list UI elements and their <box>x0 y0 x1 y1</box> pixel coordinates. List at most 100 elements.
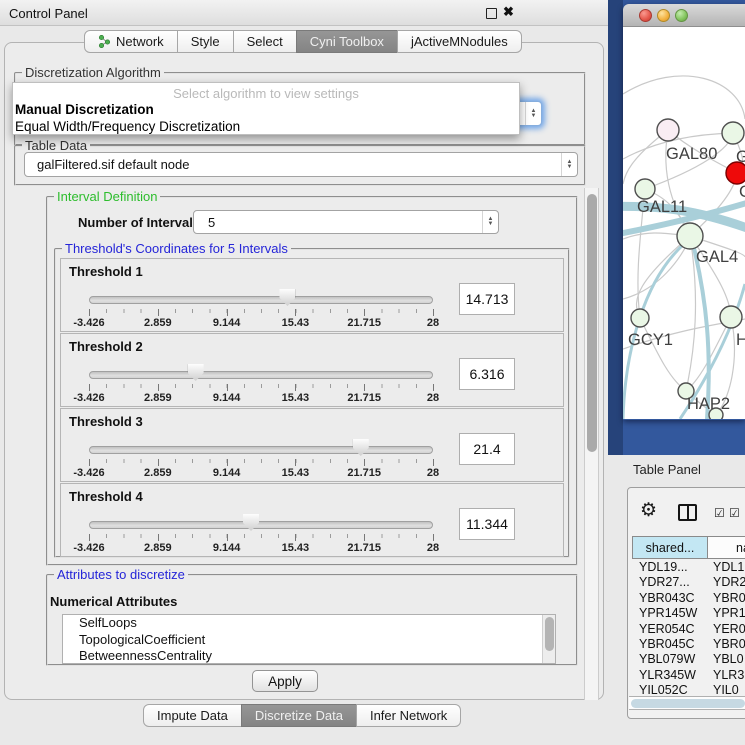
tick-label: 21.715 <box>347 392 381 404</box>
tick-label: 9.144 <box>213 542 241 554</box>
column-header-shared-name[interactable]: shared... <box>632 536 708 559</box>
table-row[interactable]: YBR043CYBR0 <box>632 591 745 606</box>
node-gal80[interactable] <box>657 119 679 141</box>
tick-label: -3.426 <box>73 542 104 554</box>
node-gcy1[interactable] <box>631 309 649 327</box>
panel-scrollbar-thumb[interactable] <box>587 194 597 452</box>
tab-style[interactable]: Style <box>177 30 234 53</box>
tick-label: -3.426 <box>73 317 104 329</box>
tick-label: 21.715 <box>347 542 381 554</box>
table-row[interactable]: YDR27...YDR2 <box>632 575 745 590</box>
table-horizontal-scrollbar-thumb[interactable] <box>631 699 745 708</box>
maximize-window-icon[interactable] <box>675 9 688 22</box>
tab-infer-network[interactable]: Infer Network <box>356 704 461 727</box>
attributes-group-title: Attributes to discretize <box>54 567 188 582</box>
table-panel: Table Panel ⚙ ☑ ☑ shared... na YDL19...Y… <box>608 455 745 745</box>
list-item[interactable]: BetweennessCentrality <box>63 648 555 664</box>
tab-jactivemnodules[interactable]: jActiveMNodules <box>397 30 522 53</box>
table-row[interactable]: YBR045CYBR0 <box>632 637 745 652</box>
threshold-3-value-field[interactable]: 21.4 <box>459 433 515 465</box>
table-data-combobox[interactable]: galFiltered.sif default node ▲▼ <box>24 152 578 177</box>
number-of-intervals-combobox[interactable]: 5 ▲▼ <box>193 210 499 234</box>
threshold-1-slider[interactable]: -3.426 2.859 9.144 15.43 21.715 28 <box>89 289 433 329</box>
tick-label: 9.144 <box>213 392 241 404</box>
node[interactable] <box>720 306 742 328</box>
apply-button[interactable]: Apply <box>252 670 318 692</box>
slider-track[interactable] <box>89 446 433 454</box>
node[interactable] <box>722 122 744 144</box>
threshold-2-box: Threshold 2 -3.426 2.859 9.144 15.43 21.… <box>60 333 564 407</box>
gear-icon[interactable]: ⚙ <box>640 501 657 520</box>
thresholds-group-title: Threshold's Coordinates for 5 Intervals <box>62 241 291 256</box>
table-data-group-title: Table Data <box>22 138 90 153</box>
threshold-4-slider[interactable]: -3.426 2.859 9.144 15.43 21.715 28 <box>89 514 433 554</box>
table-horizontal-scrollbar[interactable] <box>629 696 745 710</box>
combo-stepper-icon: ▲▼ <box>482 211 498 233</box>
interval-definition-group-title: Interval Definition <box>54 189 160 204</box>
list-item[interactable]: SelfLoops <box>63 615 555 632</box>
list-scrollbar-thumb[interactable] <box>545 617 554 651</box>
tab-select-label: Select <box>247 34 283 49</box>
tab-impute-data[interactable]: Impute Data <box>143 704 242 727</box>
threshold-1-value-field[interactable]: 14.713 <box>459 283 515 315</box>
slider-track[interactable] <box>89 521 433 529</box>
checkbox-icon[interactable]: ☑ <box>729 507 740 519</box>
threshold-2-title: Threshold 2 <box>69 339 143 354</box>
table-row[interactable]: YER054CYER0 <box>632 622 745 637</box>
node-label-gcy1: GCY1 <box>628 331 673 349</box>
tab-network[interactable]: Network <box>84 30 178 53</box>
algorithm-option-manual[interactable]: Manual Discretization <box>13 101 519 118</box>
node-gal4[interactable] <box>677 223 703 249</box>
tick-label: 28 <box>427 392 439 404</box>
algorithm-hint: Select algorithm to view settings <box>13 83 519 101</box>
threshold-4-value-field[interactable]: 11.344 <box>459 508 515 540</box>
tick-label: 9.144 <box>213 467 241 479</box>
close-window-icon[interactable] <box>639 9 652 22</box>
tab-select[interactable]: Select <box>233 30 297 53</box>
tick-label: -3.426 <box>73 392 104 404</box>
panel-scrollbar[interactable] <box>584 188 599 700</box>
split-columns-icon[interactable] <box>678 504 697 521</box>
close-panel-icon[interactable]: ✖ <box>503 4 514 20</box>
table-row[interactable]: YDL19...YDL1 <box>632 560 745 575</box>
threshold-4-box: Threshold 4 -3.426 2.859 9.144 15.43 21.… <box>60 483 564 557</box>
threshold-3-slider[interactable]: -3.426 2.859 9.144 15.43 21.715 28 <box>89 439 433 479</box>
network-graph: GAL80 GA C GAL11 GAL4 GCY1 H HAP2 <box>623 27 745 419</box>
tab-cyni-toolbox[interactable]: Cyni Toolbox <box>296 30 398 53</box>
list-item[interactable]: TopologicalCoefficient <box>63 632 555 649</box>
table-row[interactable]: YBL079WYBL0 <box>632 652 745 667</box>
checkbox-icon[interactable]: ☑ <box>714 507 725 519</box>
tick-label: 21.715 <box>347 317 381 329</box>
discretization-algorithm-group-title: Discretization Algorithm <box>22 65 164 80</box>
node-gal11[interactable] <box>635 179 655 199</box>
numerical-attributes-list[interactable]: SelfLoops TopologicalCoefficient Between… <box>62 614 556 664</box>
network-view-window[interactable]: GAL80 GA C GAL11 GAL4 GCY1 H HAP2 <box>623 4 745 420</box>
tick-label: 9.144 <box>213 317 241 329</box>
algorithm-option-equal-width[interactable]: Equal Width/Frequency Discretization <box>13 118 519 135</box>
combo-stepper-icon: ▲▼ <box>561 153 577 176</box>
network-canvas[interactable]: GAL80 GA C GAL11 GAL4 GCY1 H HAP2 <box>623 27 745 419</box>
threshold-2-slider[interactable]: -3.426 2.859 9.144 15.43 21.715 28 <box>89 364 433 404</box>
table-row[interactable]: YLR345WYLR3 <box>632 668 745 683</box>
table-rows: YDL19...YDL1 YDR27...YDR2 YBR043CYBR0 YP… <box>632 560 745 696</box>
tick-label: -3.426 <box>73 467 104 479</box>
number-of-intervals-value: 5 <box>194 215 482 230</box>
network-icon <box>98 35 111 48</box>
column-header-name[interactable]: na <box>707 536 745 559</box>
tab-discretize-data[interactable]: Discretize Data <box>241 704 357 727</box>
list-scrollbar[interactable] <box>542 615 555 663</box>
tab-impute-data-label: Impute Data <box>157 708 228 723</box>
table-header: shared... na <box>632 536 745 559</box>
float-panel-icon[interactable] <box>486 8 497 19</box>
network-window-titlebar[interactable] <box>623 4 745 27</box>
table-panel-inner: ⚙ ☑ ☑ shared... na YDL19...YDL1 YDR27...… <box>627 487 745 719</box>
minimize-window-icon[interactable] <box>657 9 670 22</box>
slider-track[interactable] <box>89 371 433 379</box>
numerical-attributes-label: Numerical Attributes <box>50 594 177 609</box>
tab-network-label: Network <box>116 34 164 49</box>
table-row[interactable]: YPR145WYPR1 <box>632 606 745 621</box>
slider-track[interactable] <box>89 296 433 304</box>
threshold-1-box: Threshold 1 -3.426 2.859 9.144 15.43 21.… <box>60 258 564 332</box>
table-row[interactable]: YIL052CYIL0 <box>632 683 745 696</box>
threshold-2-value-field[interactable]: 6.316 <box>459 358 515 390</box>
